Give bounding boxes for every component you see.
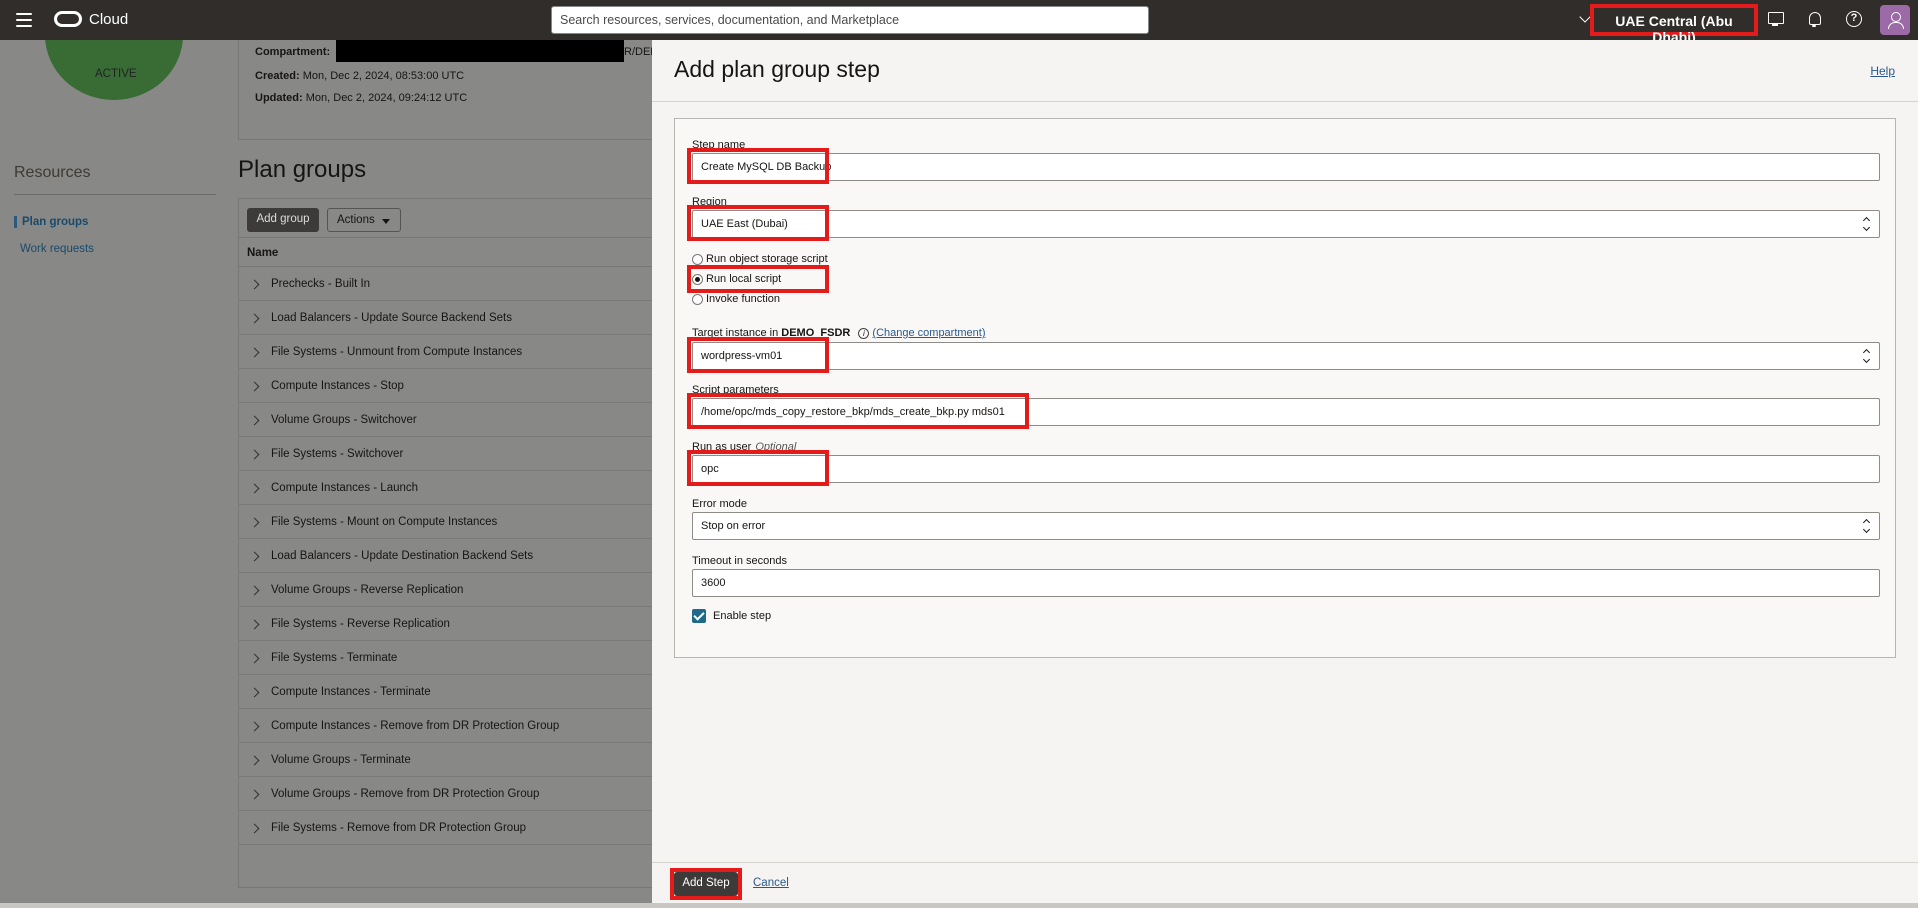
updated-value: Mon, Dec 2, 2024, 09:24:12 UTC — [305, 92, 468, 104]
step-name-label: Step name — [692, 139, 746, 151]
table-row[interactable]: Compute Instances - Stop — [239, 369, 652, 403]
table-row[interactable]: File Systems - Remove from DR Protection… — [239, 811, 652, 845]
panel-header: Add plan group step Help — [652, 40, 1918, 102]
menu-icon[interactable] — [16, 13, 32, 27]
radio-label: Run local script — [706, 273, 782, 285]
created-label: Created: — [255, 70, 300, 82]
plan-groups-table: Add group Actions Name Prechecks - Built… — [238, 198, 652, 888]
radio-label: Run object storage script — [706, 253, 828, 265]
select-arrows-icon — [1863, 216, 1871, 232]
table-row[interactable]: Compute Instances - Terminate — [239, 675, 652, 709]
radio-object-storage-script[interactable]: Run object storage script — [692, 253, 828, 265]
divider — [14, 194, 216, 195]
run-as-field[interactable]: opc — [692, 455, 1880, 483]
resources-title: Resources — [14, 164, 91, 181]
panel-footer: Add Step Cancel — [652, 862, 1918, 903]
table-row[interactable]: Compute Instances - Remove from DR Prote… — [239, 709, 652, 743]
radio-invoke-function[interactable]: Invoke function — [692, 293, 780, 305]
table-row[interactable]: Volume Groups - Reverse Replication — [239, 573, 652, 607]
profile-icon[interactable] — [1880, 5, 1910, 35]
bottom-strip — [0, 903, 1918, 908]
compartment-row: Compartment: — [255, 46, 330, 58]
select-arrows-icon — [1863, 518, 1871, 534]
radio-label: Invoke function — [706, 293, 780, 305]
target-label-prefix: Target instance in — [692, 327, 779, 339]
oracle-logo-icon[interactable] — [54, 11, 82, 27]
run-as-label: Run as user Optional — [692, 441, 796, 453]
top-bar: Cloud Search resources, services, docume… — [0, 0, 1918, 45]
error-mode-value: Stop on error — [701, 520, 766, 532]
table-row[interactable]: Load Balancers - Update Destination Back… — [239, 539, 652, 573]
table-row[interactable]: File Systems - Switchover — [239, 437, 652, 471]
step-form: Step name Create MySQL DB Backup Region … — [674, 118, 1896, 658]
timeout-field[interactable]: 3600 — [692, 569, 1880, 597]
table-header-name[interactable]: Name — [239, 237, 652, 267]
table-body: Prechecks - Built In Load Balancers - Upd… — [239, 267, 652, 845]
table-row[interactable]: Volume Groups - Switchover — [239, 403, 652, 437]
info-icon[interactable]: i — [858, 328, 870, 339]
compartment-label: Compartment: — [255, 46, 331, 58]
table-row[interactable]: Load Balancers - Update Source Backend S… — [239, 301, 652, 335]
table-row[interactable]: Volume Groups - Terminate — [239, 743, 652, 777]
resource-item-plan-groups[interactable]: Plan groups — [14, 216, 88, 228]
add-step-panel: Add plan group step Help Step name Creat… — [652, 40, 1918, 903]
redacted-block — [336, 40, 624, 62]
background-page: ACTIVE Compartment: R/DEM Created: Mon, … — [0, 40, 652, 903]
compartment-tail: R/DEM — [624, 46, 652, 58]
chevron-down-icon[interactable] — [1579, 11, 1591, 23]
region-selector[interactable]: UAE Central (Abu Dhabi) — [1590, 4, 1758, 45]
region-value: UAE East (Dubai) — [701, 218, 788, 230]
search-input[interactable]: Search resources, services, documentatio… — [551, 6, 1149, 34]
created-row: Created: Mon, Dec 2, 2024, 08:53:00 UTC — [255, 70, 464, 82]
table-row[interactable]: Volume Groups - Remove from DR Protectio… — [239, 777, 652, 811]
table-row[interactable]: File Systems - Reverse Replication — [239, 607, 652, 641]
target-instance-select[interactable]: wordpress-vm01 — [692, 342, 1880, 370]
enable-step-checkbox[interactable] — [692, 609, 706, 623]
target-instance-value: wordpress-vm01 — [701, 350, 783, 362]
step-name-field[interactable]: Create MySQL DB Backup — [692, 153, 1880, 181]
radio-button[interactable] — [692, 254, 703, 265]
enable-step-label[interactable]: Enable step — [713, 610, 771, 622]
change-compartment-link[interactable]: (Change compartment) — [872, 327, 985, 339]
add-group-button[interactable]: Add group — [247, 208, 319, 232]
target-compartment: DEMO_FSDR — [781, 327, 851, 339]
cloud-shell-icon[interactable] — [1766, 10, 1786, 30]
updated-label: Updated: — [255, 92, 303, 104]
error-mode-select[interactable]: Stop on error — [692, 512, 1880, 540]
optional-tag: Optional — [755, 441, 797, 453]
table-row[interactable]: File Systems - Unmount from Compute Inst… — [239, 335, 652, 369]
panel-title: Add plan group step — [674, 56, 880, 82]
region-label: Region — [692, 196, 727, 208]
table-row[interactable]: Prechecks - Built In — [239, 267, 652, 301]
radio-local-script[interactable]: Run local script — [692, 273, 781, 285]
target-instance-label: Target instance in DEMO_FSDR i (Change co… — [692, 327, 986, 339]
updated-row: Updated: Mon, Dec 2, 2024, 09:24:12 UTC — [255, 92, 467, 104]
select-arrows-icon — [1863, 348, 1871, 364]
radio-button[interactable] — [692, 274, 703, 285]
script-params-field[interactable]: /home/opc/mds_copy_restore_bkp/mds_creat… — [692, 398, 1880, 426]
region-select[interactable]: UAE East (Dubai) — [692, 210, 1880, 238]
add-step-button[interactable]: Add Step — [674, 872, 738, 896]
script-params-label: Script parameters — [692, 384, 779, 396]
brand-label[interactable]: Cloud — [89, 11, 128, 28]
actions-menu-button[interactable]: Actions — [327, 208, 401, 232]
cancel-link[interactable]: Cancel — [753, 877, 789, 889]
radio-button[interactable] — [692, 294, 703, 305]
help-link[interactable]: Help — [1870, 64, 1895, 78]
run-as-label-text: Run as user — [692, 441, 752, 453]
plan-groups-title: Plan groups — [238, 156, 367, 183]
table-row[interactable]: File Systems - Terminate — [239, 641, 652, 675]
error-mode-label: Error mode — [692, 498, 748, 510]
bell-icon[interactable] — [1805, 10, 1825, 30]
timeout-label: Timeout in seconds — [692, 555, 787, 567]
help-icon[interactable]: ? — [1844, 10, 1864, 30]
table-row[interactable]: Compute Instances - Launch — [239, 471, 652, 505]
resource-item-work-requests[interactable]: Work requests — [14, 243, 94, 255]
table-toolbar: Add group Actions — [239, 199, 652, 237]
status-label: ACTIVE — [95, 68, 137, 80]
created-value: Mon, Dec 2, 2024, 08:53:00 UTC — [302, 70, 465, 82]
table-row[interactable]: File Systems - Mount on Compute Instance… — [239, 505, 652, 539]
